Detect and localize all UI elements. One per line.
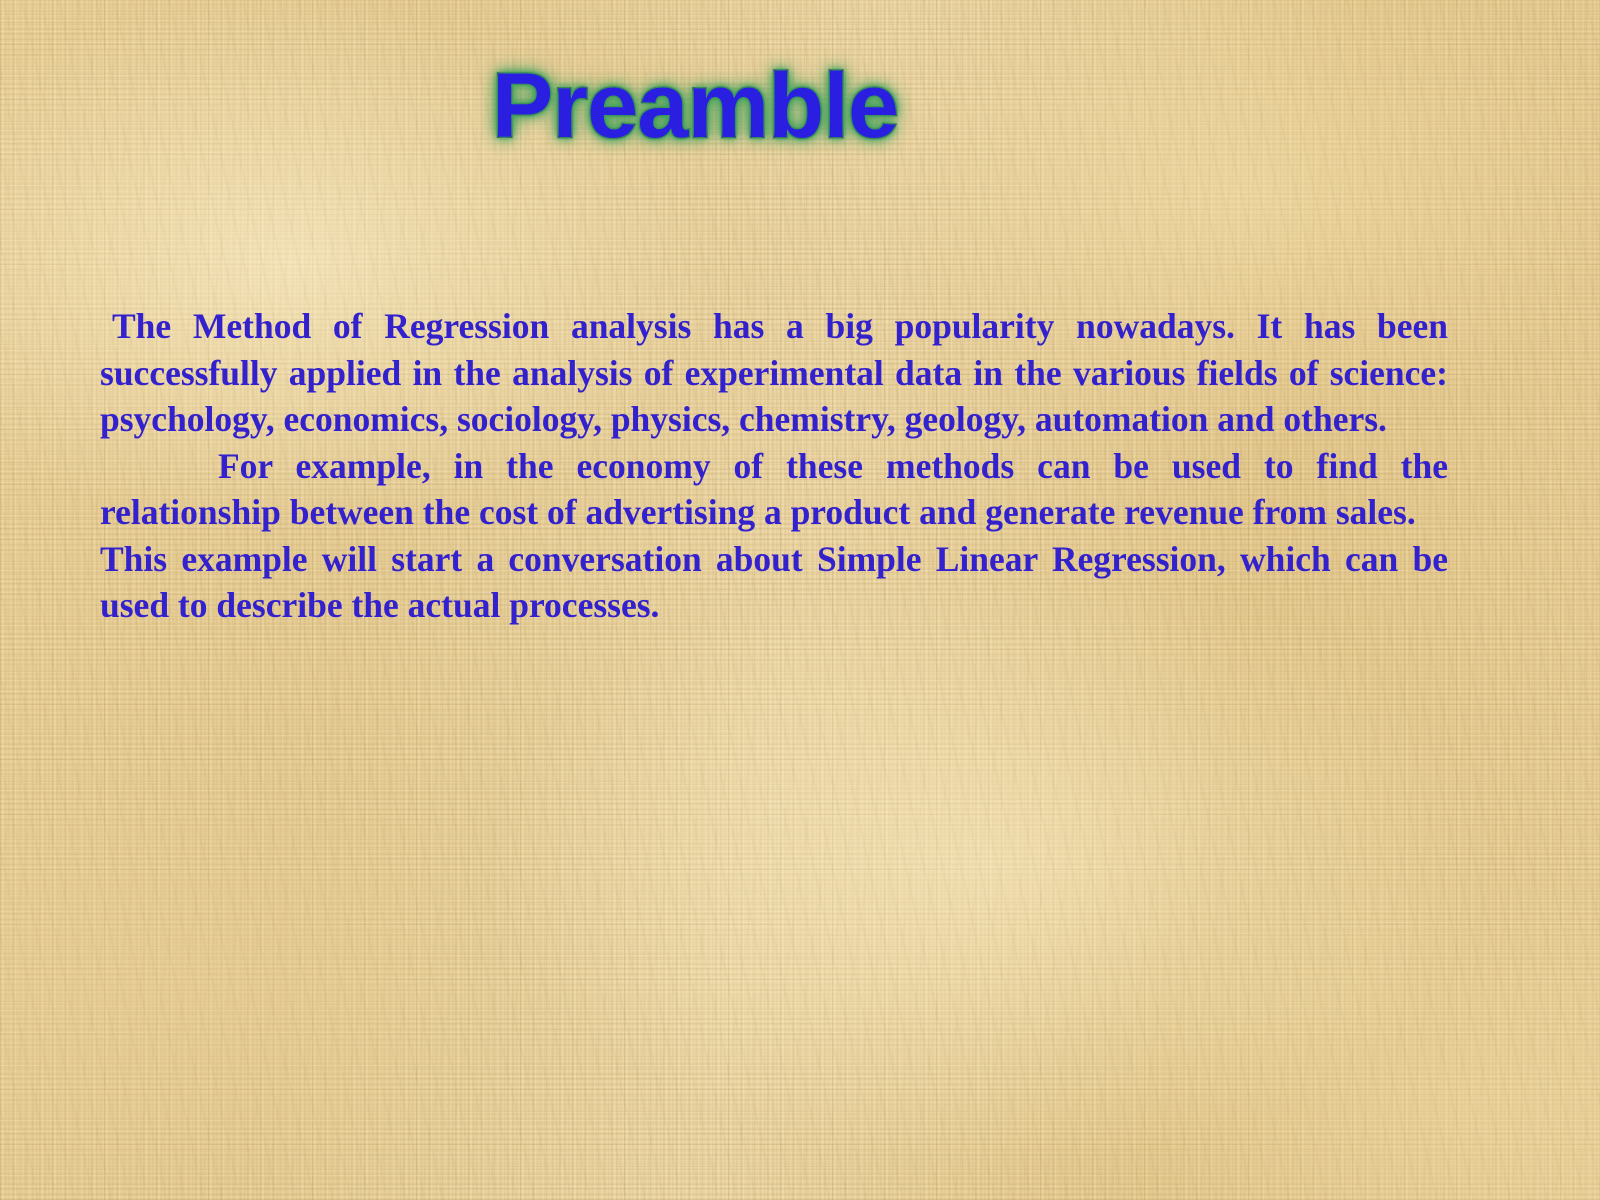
slide-title-container: Preamble <box>0 55 1390 157</box>
body-paragraph-1: The Method of Regression analysis has a … <box>100 306 1448 439</box>
page-title: Preamble <box>491 55 901 157</box>
slide-canvas: Preamble The Method of Regression analys… <box>0 0 1600 1200</box>
body-paragraph-3: This example will start a conversation a… <box>100 538 1448 626</box>
slide-body-container: The Method of Regression analysis has a … <box>100 303 1448 629</box>
body-paragraph-2: For example, in the economy of these met… <box>100 445 1448 533</box>
